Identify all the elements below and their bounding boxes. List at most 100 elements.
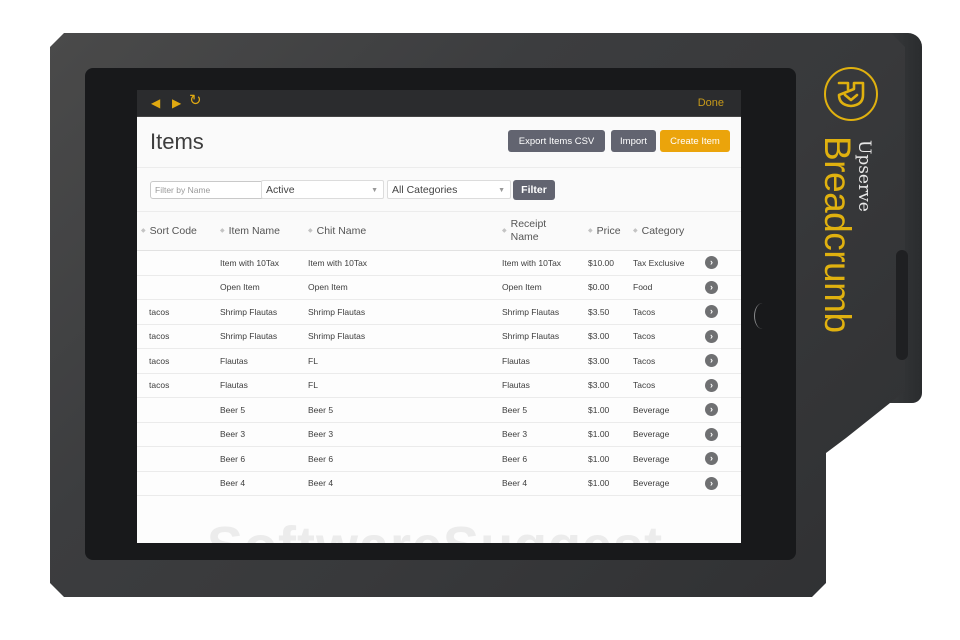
table-header-row: ◆ Sort Code ◆ Item Name ◆ Chit Name ◆ Recei… — [137, 212, 741, 251]
cell-price: $1.00 — [588, 446, 633, 472]
chevron-right-icon[interactable]: › — [705, 329, 718, 343]
cell-category: Tacos — [633, 299, 705, 325]
column-header-item-name[interactable]: ◆ Item Name — [220, 212, 308, 251]
filter-button[interactable]: Filter — [513, 180, 555, 200]
cell-price: $1.00 — [588, 471, 633, 496]
refresh-icon[interactable]: ↻ — [189, 93, 202, 108]
cell-price: $1.00 — [588, 397, 633, 423]
cell-action: › — [705, 299, 741, 325]
cell-sort-code — [137, 250, 220, 276]
create-item-button[interactable]: Create Item — [660, 130, 730, 152]
browser-toolbar: ◀ ▶ ↻ Done — [137, 90, 741, 117]
device-side-slot — [896, 250, 908, 360]
app-screen: ◀ ▶ ↻ Done Items Export Items CSV Import… — [137, 90, 741, 543]
table-row[interactable]: tacos Flautas FL Flautas $3.00 Tacos › — [137, 373, 741, 398]
cell-receipt-name: Shrimp Flautas — [502, 299, 588, 325]
cell-action: › — [705, 275, 741, 300]
status-select-value: Active — [266, 184, 295, 196]
cell-receipt-name: Beer 5 — [502, 397, 588, 423]
column-header-sort-code[interactable]: ◆ Sort Code — [137, 212, 220, 251]
cell-chit-name: Beer 6 — [308, 446, 502, 472]
export-items-csv-button[interactable]: Export Items CSV — [508, 130, 605, 152]
home-button[interactable] — [754, 303, 771, 329]
chevron-right-icon[interactable]: › — [705, 305, 718, 319]
cell-sort-code — [137, 471, 220, 496]
cell-item-name: Item with 10Tax — [220, 250, 308, 276]
page-title: Items — [150, 129, 204, 154]
column-header-receipt-name[interactable]: ◆ Receipt Name — [502, 212, 588, 251]
cell-chit-name: Item with 10Tax — [308, 250, 502, 276]
watermark: SoftwareSuggest — [207, 515, 663, 543]
table-row[interactable]: Item with 10Tax Item with 10Tax Item with … — [137, 250, 741, 276]
import-button[interactable]: Import — [611, 130, 656, 152]
table-row[interactable]: tacos Shrimp Flautas Shrimp Flautas Shrimp … — [137, 299, 741, 325]
cell-chit-name: Shrimp Flautas — [308, 299, 502, 325]
category-select[interactable]: All Categories ▼ — [387, 180, 511, 199]
cell-category: Beverage — [633, 471, 705, 496]
back-arrow-icon[interactable]: ◀ — [151, 96, 160, 110]
cell-category: Beverage — [633, 446, 705, 472]
cell-item-name: Shrimp Flautas — [220, 299, 308, 325]
receipt-name-label: Receipt Name — [510, 218, 547, 243]
cell-receipt-name: Beer 3 — [502, 422, 588, 447]
cell-action: › — [705, 324, 741, 349]
table-row[interactable]: tacos Shrimp Flautas Shrimp Flautas Shrimp … — [137, 324, 741, 349]
chevron-right-icon[interactable]: › — [705, 256, 718, 270]
sort-icon: ◆ — [308, 227, 313, 234]
chevron-right-icon[interactable]: › — [705, 378, 718, 392]
cell-category: Tacos — [633, 324, 705, 349]
cell-price: $10.00 — [588, 250, 633, 276]
cell-item-name: Open Item — [220, 275, 308, 300]
cell-receipt-name: Shrimp Flautas — [502, 324, 588, 349]
sort-icon: ◆ — [588, 227, 593, 234]
brand-breadcrumb: Breadcrumb — [817, 136, 858, 333]
cell-sort-code: tacos — [137, 373, 220, 398]
status-select[interactable]: Active ▼ — [261, 180, 384, 199]
chevron-right-icon[interactable]: › — [705, 476, 718, 490]
table-row[interactable]: Beer 3 Beer 3 Beer 3 $1.00 Beverage › — [137, 422, 741, 447]
chevron-right-icon[interactable]: › — [705, 354, 718, 368]
table-row[interactable]: Beer 6 Beer 6 Beer 6 $1.00 Beverage › — [137, 446, 741, 472]
cell-receipt-name: Open Item — [502, 275, 588, 300]
cell-action: › — [705, 397, 741, 423]
cell-receipt-name: Flautas — [502, 348, 588, 374]
chevron-right-icon[interactable]: › — [705, 427, 718, 441]
cell-category: Tacos — [633, 348, 705, 374]
chevron-right-icon[interactable]: › — [705, 280, 718, 294]
done-button[interactable]: Done — [698, 97, 724, 109]
cell-price: $3.50 — [588, 299, 633, 325]
filter-by-name-input[interactable] — [150, 181, 266, 199]
cell-price: $0.00 — [588, 275, 633, 300]
cell-action: › — [705, 446, 741, 472]
cell-chit-name: Open Item — [308, 275, 502, 300]
cell-category: Beverage — [633, 422, 705, 447]
table-row[interactable]: Beer 4 Beer 4 Beer 4 $1.00 Beverage › — [137, 471, 741, 496]
cell-chit-name: FL — [308, 373, 502, 398]
cell-item-name: Beer 6 — [220, 446, 308, 472]
cell-action: › — [705, 348, 741, 374]
cell-price: $3.00 — [588, 348, 633, 374]
cell-chit-name: Beer 4 — [308, 471, 502, 496]
column-header-chit-name[interactable]: ◆ Chit Name — [308, 212, 502, 251]
category-select-value: All Categories — [392, 184, 458, 196]
cell-chit-name: FL — [308, 348, 502, 374]
sort-icon: ◆ — [220, 227, 225, 234]
table-row[interactable]: Open Item Open Item Open Item $0.00 Food › — [137, 275, 741, 300]
cell-item-name: Flautas — [220, 373, 308, 398]
chevron-down-icon: ▼ — [371, 187, 378, 194]
column-header-category[interactable]: ◆ Category — [633, 212, 705, 251]
cell-sort-code: tacos — [137, 299, 220, 325]
chevron-right-icon[interactable]: › — [705, 403, 718, 417]
cell-price: $3.00 — [588, 373, 633, 398]
cell-action: › — [705, 250, 741, 276]
column-header-price[interactable]: ◆ Price — [588, 212, 633, 251]
cell-chit-name: Beer 3 — [308, 422, 502, 447]
forward-arrow-icon[interactable]: ▶ — [172, 96, 181, 110]
cell-sort-code: tacos — [137, 324, 220, 349]
table-row[interactable]: Beer 5 Beer 5 Beer 5 $1.00 Beverage › — [137, 397, 741, 423]
table-row[interactable]: tacos Flautas FL Flautas $3.00 Tacos › — [137, 348, 741, 374]
chevron-right-icon[interactable]: › — [705, 452, 718, 466]
cell-chit-name: Shrimp Flautas — [308, 324, 502, 349]
cell-action: › — [705, 373, 741, 398]
cell-item-name: Beer 5 — [220, 397, 308, 423]
